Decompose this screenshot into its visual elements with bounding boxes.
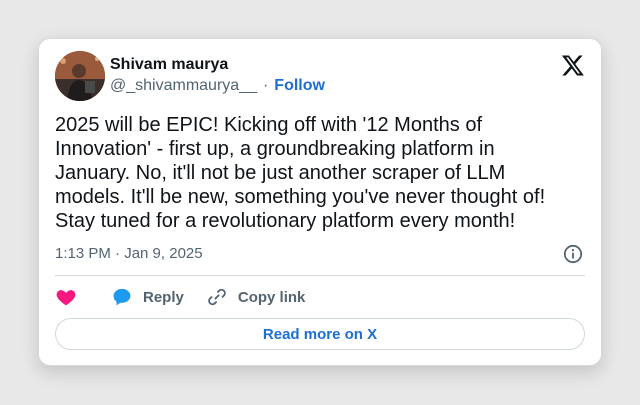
separator-dot: · (262, 77, 269, 94)
like-button[interactable] (55, 286, 77, 308)
copy-link-button[interactable]: Copy link (206, 286, 306, 308)
author-name[interactable]: Shivam maurya (110, 56, 228, 74)
author-handle[interactable]: @_shivammaurya__ (110, 77, 257, 95)
follow-button[interactable]: Follow (274, 77, 325, 95)
author-handle-row: @_shivammaurya__ · Follow (110, 77, 325, 95)
info-icon[interactable] (563, 244, 583, 264)
reply-bubble-icon (111, 286, 133, 308)
x-logo-icon[interactable] (561, 53, 585, 77)
reply-label: Reply (143, 288, 184, 306)
avatar[interactable] (55, 51, 105, 101)
heart-icon (55, 286, 77, 308)
divider (55, 275, 585, 276)
read-more-button[interactable]: Read more on X (55, 318, 585, 350)
tweet-timestamp[interactable]: 1:13 PM · Jan 9, 2025 (55, 245, 203, 262)
link-icon (206, 286, 228, 308)
copy-link-label: Copy link (237, 288, 306, 306)
tweet-card: Shivam maurya @_shivammaurya__ · Follow … (38, 38, 602, 366)
tweet-text: 2025 will be EPIC! Kicking off with '12 … (55, 114, 546, 232)
reply-button[interactable]: Reply (111, 286, 184, 308)
action-bar: Reply Copy link (55, 285, 305, 309)
